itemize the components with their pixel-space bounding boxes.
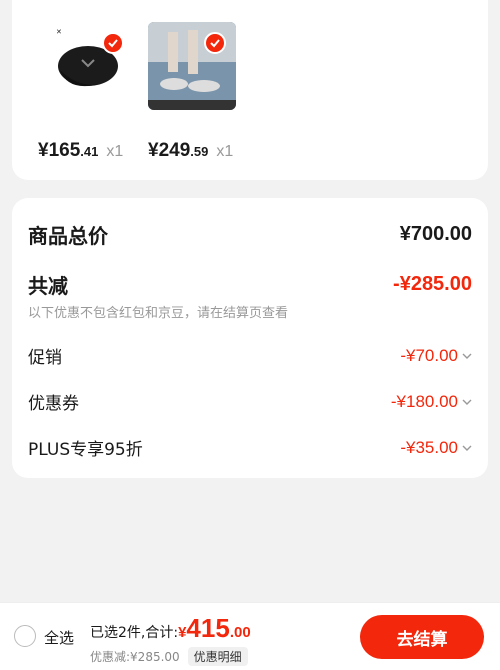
price-summary-card: 商品总价 ¥700.00 共减 -¥285.00 以下优惠不包含红包和京豆，请在…	[12, 198, 488, 478]
discount-value: -¥180.00	[390, 391, 458, 411]
chevron-down-icon[interactable]	[462, 443, 472, 453]
running-shoes-image[interactable]	[148, 22, 236, 110]
selected-count-label: 已选2件,合计:	[90, 625, 179, 641]
product-quantity: x1	[106, 143, 124, 160]
discount-value: -¥35.00	[400, 437, 458, 457]
total-amount: 415	[186, 613, 230, 643]
black-cap-image[interactable]: ✕	[38, 22, 126, 110]
svg-text:✕: ✕	[56, 28, 62, 36]
discount-value: -¥70.00	[400, 345, 458, 365]
checkmark-icon[interactable]	[204, 32, 226, 54]
chevron-down-icon[interactable]	[462, 397, 472, 407]
selected-total: 已选2件,合计:¥415.00	[90, 613, 251, 644]
discount-summary: 优惠减:¥285.00	[90, 650, 180, 664]
checkmark-icon[interactable]	[102, 32, 124, 54]
product-item[interactable]: ¥249.59 x1	[148, 22, 248, 161]
total-row: 商品总价 ¥700.00	[28, 220, 472, 249]
discount-detail-button[interactable]: 优惠明细	[187, 647, 248, 666]
discount-row-plus[interactable]: PLUS专享95折 -¥35.00	[28, 435, 472, 460]
discount-label: PLUS专享95折	[28, 440, 143, 460]
total-decimal: .00	[229, 624, 251, 641]
discount-row-promotion[interactable]: 促销 -¥70.00	[28, 343, 472, 368]
discount-note: 以下优惠不包含红包和京豆，请在结算页查看	[28, 306, 289, 321]
product-price: ¥249.59 x1	[148, 140, 234, 161]
select-all-radio[interactable]	[14, 625, 36, 647]
checkout-bar: 全选 已选2件,合计:¥415.00 优惠减:¥285.00 优惠明细 去结算	[0, 602, 500, 670]
reduce-row: 共减 -¥285.00	[28, 270, 472, 299]
selected-products-card: ✕ ¥165.41 x1 ¥249.59 x1	[12, 0, 488, 180]
product-price: ¥165.41 x1	[38, 140, 124, 161]
reduce-value: -¥285.00	[393, 273, 472, 295]
reduce-label: 共减	[28, 274, 68, 298]
select-all-label[interactable]: 全选	[44, 627, 74, 648]
total-value: ¥700.00	[399, 223, 472, 245]
checkout-button[interactable]: 去结算	[360, 615, 484, 659]
product-quantity: x1	[216, 143, 234, 160]
discount-row-coupon[interactable]: 优惠券 -¥180.00	[28, 389, 472, 414]
discount-label: 促销	[28, 348, 62, 368]
discount-label: 优惠券	[28, 394, 79, 414]
product-item[interactable]: ✕ ¥165.41 x1	[38, 22, 138, 161]
chevron-down-icon[interactable]	[462, 351, 472, 361]
total-label: 商品总价	[28, 224, 108, 248]
